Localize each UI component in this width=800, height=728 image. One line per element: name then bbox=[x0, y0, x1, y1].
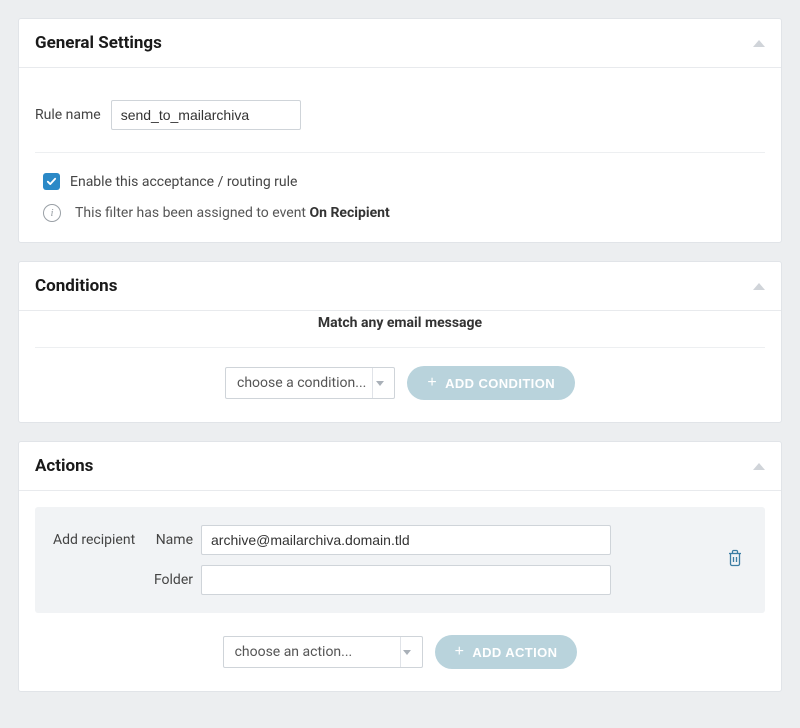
trash-icon bbox=[727, 549, 743, 567]
info-text: This filter has been assigned to event O… bbox=[75, 205, 390, 221]
info-icon: i bbox=[43, 204, 61, 222]
action-select[interactable]: choose an action... bbox=[223, 636, 423, 668]
panel-title-actions: Actions bbox=[35, 456, 93, 476]
chevron-down-icon bbox=[400, 637, 414, 667]
panel-actions: Actions Add recipient Name Folder bbox=[18, 441, 782, 692]
chevron-down-icon bbox=[372, 368, 386, 398]
panel-general-settings: General Settings Rule name Enable this a… bbox=[18, 18, 782, 243]
plus-icon: + bbox=[427, 375, 437, 391]
info-event: On Recipient bbox=[309, 205, 389, 221]
action-fields: Add recipient Name Folder bbox=[53, 525, 711, 595]
panel-header-conditions[interactable]: Conditions bbox=[19, 262, 781, 311]
collapse-icon bbox=[753, 463, 765, 470]
condition-select-value: choose a condition... bbox=[237, 375, 366, 391]
action-field-row-name: Add recipient Name bbox=[53, 525, 711, 555]
add-condition-label: ADD CONDITION bbox=[445, 376, 555, 391]
conditions-control-row: choose a condition... + ADD CONDITION bbox=[35, 366, 765, 406]
check-icon bbox=[46, 176, 57, 187]
divider bbox=[35, 152, 765, 153]
info-prefix: This filter has been assigned to event bbox=[75, 205, 309, 221]
enable-rule-checkbox[interactable] bbox=[43, 173, 60, 190]
action-folder-input[interactable] bbox=[201, 565, 611, 595]
panel-header-actions[interactable]: Actions bbox=[19, 442, 781, 491]
enable-rule-row: Enable this acceptance / routing rule bbox=[35, 169, 765, 204]
action-folder-label: Folder bbox=[143, 572, 193, 588]
panel-title-conditions: Conditions bbox=[35, 276, 117, 296]
enable-rule-label: Enable this acceptance / routing rule bbox=[70, 174, 297, 190]
rule-name-input[interactable] bbox=[111, 100, 301, 130]
action-card: Add recipient Name Folder bbox=[35, 507, 765, 613]
conditions-match-heading: Match any email message bbox=[35, 311, 765, 348]
actions-control-row: choose an action... + ADD ACTION bbox=[35, 635, 765, 675]
plus-icon: + bbox=[455, 644, 465, 660]
add-action-label: ADD ACTION bbox=[472, 645, 557, 660]
delete-action-button[interactable] bbox=[723, 545, 747, 571]
collapse-icon bbox=[753, 283, 765, 290]
rule-name-row: Rule name bbox=[35, 84, 765, 152]
action-name-input[interactable] bbox=[201, 525, 611, 555]
info-row: i This filter has been assigned to event… bbox=[35, 204, 765, 226]
add-action-button[interactable]: + ADD ACTION bbox=[435, 635, 578, 669]
panel-conditions: Conditions Match any email message choos… bbox=[18, 261, 782, 423]
action-field-row-folder: Folder bbox=[53, 565, 711, 595]
panel-title-general: General Settings bbox=[35, 33, 162, 53]
collapse-icon bbox=[753, 40, 765, 47]
rule-name-label: Rule name bbox=[35, 107, 101, 123]
action-select-value: choose an action... bbox=[235, 644, 353, 660]
condition-select[interactable]: choose a condition... bbox=[225, 367, 395, 399]
action-type-label: Add recipient bbox=[53, 532, 143, 548]
panel-header-general[interactable]: General Settings bbox=[19, 19, 781, 68]
add-condition-button[interactable]: + ADD CONDITION bbox=[407, 366, 575, 400]
action-name-label: Name bbox=[143, 532, 193, 548]
